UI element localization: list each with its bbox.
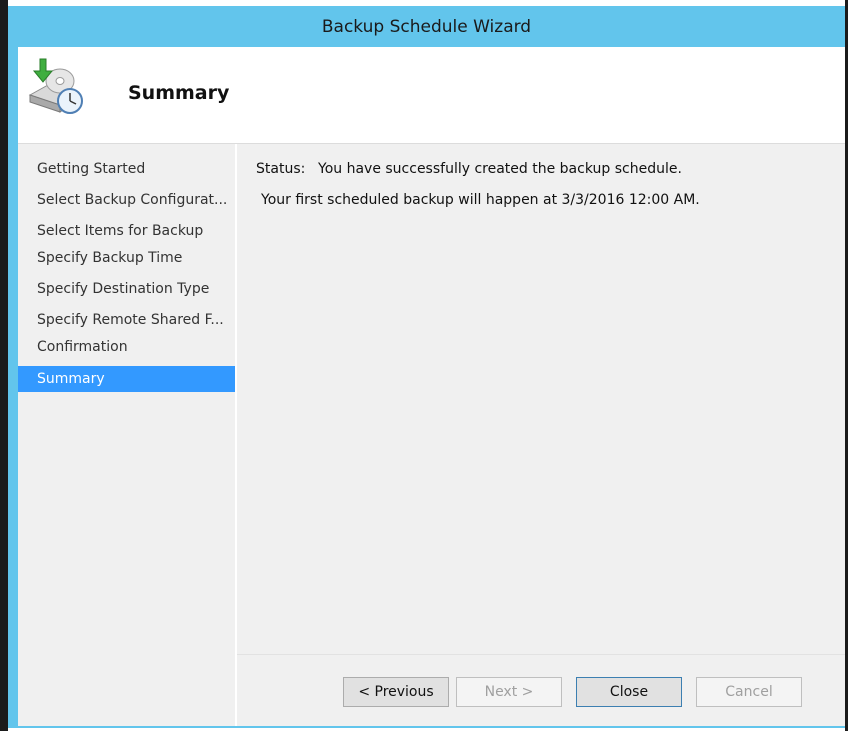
sidebar-item-select-backup-configuration[interactable]: Select Backup Configurat... [18,187,235,213]
page-title: Summary [128,82,230,104]
sidebar-item-confirmation[interactable]: Confirmation [18,334,235,360]
status-row: Status: You have successfully created the… [256,161,682,177]
status-text: You have successfully created the backup… [318,161,682,177]
title-bar[interactable]: Backup Schedule Wizard [8,6,845,47]
wizard-header: Summary [18,47,845,144]
scheduled-backup-message: Your first scheduled backup will happen … [261,192,700,208]
button-bar-divider [237,654,845,655]
sidebar-item-specify-backup-time[interactable]: Specify Backup Time [18,245,235,271]
backup-schedule-icon [28,58,83,114]
sidebar-item-select-items-for-backup[interactable]: Select Items for Backup [18,218,235,244]
sidebar-item-specify-remote-shared-folder[interactable]: Specify Remote Shared F... [18,307,235,333]
sidebar-item-specify-destination-type[interactable]: Specify Destination Type [18,276,235,302]
cancel-button[interactable]: Cancel [696,677,802,707]
wizard-window: Backup Schedule Wizard Summary Getting S… [8,6,845,728]
previous-button[interactable]: < Previous [343,677,449,707]
summary-panel: Status: You have successfully created the… [237,144,845,726]
wizard-client-area: Summary Getting Started Select Backup Co… [18,47,845,726]
status-label: Status: [256,161,306,177]
desktop-edge-left [0,0,8,731]
wizard-steps-sidebar: Getting Started Select Backup Configurat… [18,144,235,726]
next-button[interactable]: Next > [456,677,562,707]
sidebar-item-getting-started[interactable]: Getting Started [18,156,235,182]
window-title: Backup Schedule Wizard [321,17,532,37]
close-button[interactable]: Close [576,677,682,707]
sidebar-item-summary[interactable]: Summary [18,366,235,392]
